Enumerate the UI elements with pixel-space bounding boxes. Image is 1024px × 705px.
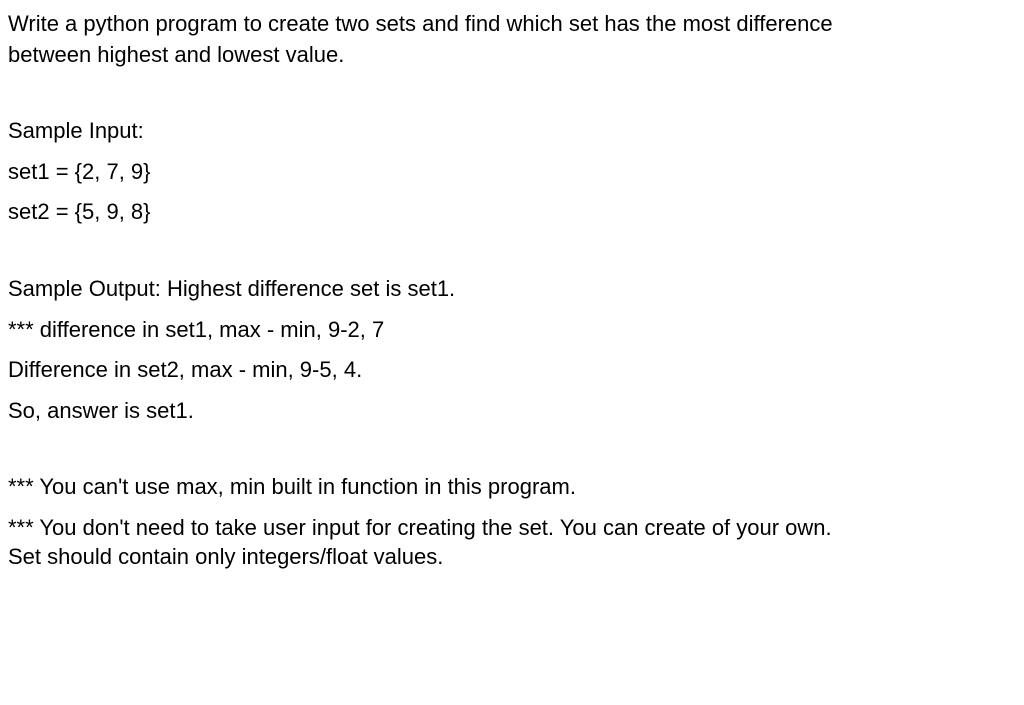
problem-statement-line1: Write a python program to create two set… — [8, 10, 1010, 39]
sample-output-line: Sample Output: Highest difference set is… — [8, 275, 1010, 304]
constraint-note-1: *** You can't use max, min built in func… — [8, 473, 1010, 502]
document-page: Write a python program to create two set… — [0, 0, 1024, 585]
spacer — [8, 186, 1010, 198]
spacer — [8, 304, 1010, 316]
constraint-note-2-line2: Set should contain only integers/float v… — [8, 543, 1010, 572]
spacer — [8, 425, 1010, 473]
spacer — [8, 69, 1010, 117]
so-answer-line: So, answer is set1. — [8, 397, 1010, 426]
diff-set1-line: *** difference in set1, max - min, 9-2, … — [8, 316, 1010, 345]
set2-definition: set2 = {5, 9, 8} — [8, 198, 1010, 227]
spacer — [8, 227, 1010, 275]
problem-statement-line2: between highest and lowest value. — [8, 41, 1010, 70]
diff-set2-line: Difference in set2, max - min, 9-5, 4. — [8, 356, 1010, 385]
spacer — [8, 385, 1010, 397]
set1-definition: set1 = {2, 7, 9} — [8, 158, 1010, 187]
spacer — [8, 146, 1010, 158]
constraint-note-2-line1: *** You don't need to take user input fo… — [8, 514, 1010, 543]
spacer — [8, 502, 1010, 514]
sample-input-heading: Sample Input: — [8, 117, 1010, 146]
spacer — [8, 344, 1010, 356]
